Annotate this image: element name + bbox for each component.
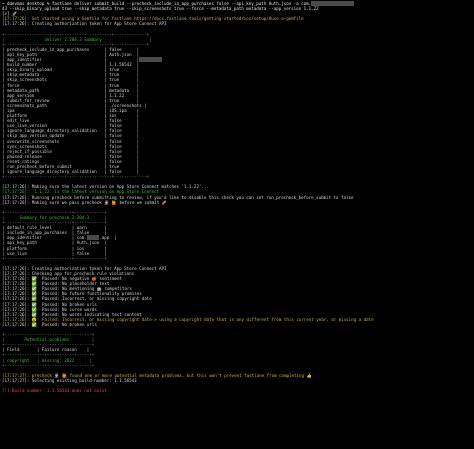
terminal-line: [!] Build number: 1.1.56543 does not exi… bbox=[2, 388, 472, 393]
terminal-line-text: +---------------------------+-----------… bbox=[2, 255, 107, 261]
terminal-line-text: +---------------------------------------… bbox=[2, 174, 150, 180]
terminal-line-text: [17:17:26]: ✅ Passed: No broken urls bbox=[2, 321, 97, 327]
redacted-block: xxxxxxxxx bbox=[139, 57, 162, 63]
terminal-line-text: [17:17:26]: Creating authorization token… bbox=[2, 21, 167, 27]
terminal-output[interactable]: ~ ddevmas desktop % fastlane deliver sub… bbox=[0, 0, 474, 449]
terminal-line-text: [17:17:26]: Making sure we pass precheck… bbox=[2, 199, 168, 205]
terminal-line-text: 43 --skip_binary_upload true --skip_meta… bbox=[2, 6, 319, 12]
terminal-line-text: [17:17:27]: Selecting existing build-num… bbox=[2, 377, 137, 383]
terminal-line-text: +-----------------------------------+ bbox=[2, 362, 95, 368]
terminal-line-text: [!] Build number: 1.1.56543 does not exi… bbox=[2, 388, 107, 394]
